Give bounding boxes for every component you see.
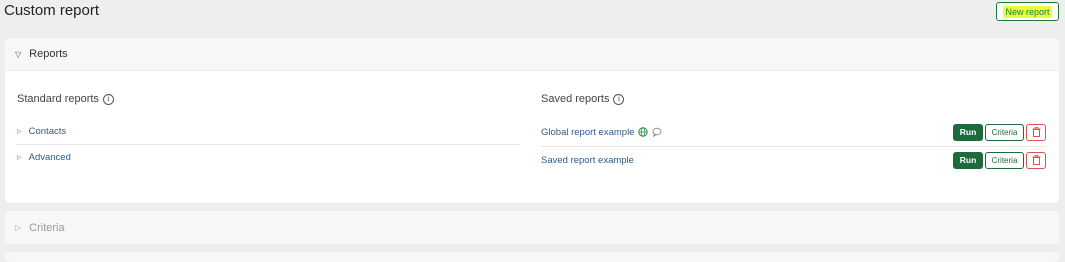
delete-button[interactable]	[1026, 151, 1046, 169]
trash-icon	[1032, 155, 1040, 165]
delete-button[interactable]	[1026, 123, 1046, 141]
criteria-panel-title: Criteria	[29, 221, 65, 234]
info-icon[interactable]: i	[102, 93, 114, 105]
criteria-button[interactable]: Criteria	[985, 151, 1024, 169]
standard-report-label: Advanced	[28, 152, 71, 163]
run-button[interactable]: Run	[953, 123, 983, 141]
expand-triangle-icon: ▷	[17, 129, 22, 135]
criteria-panel: ▷ Criteria	[5, 211, 1059, 244]
saved-report-row: Saved report example Run Criteria	[541, 146, 1046, 174]
info-icon[interactable]: i	[613, 93, 625, 105]
standard-report-label: Contacts	[28, 126, 67, 137]
comment-icon	[653, 127, 662, 137]
standard-reports-title: Standard reports	[17, 93, 99, 105]
standard-reports-heading: Standard reports i	[17, 93, 114, 105]
reports-panel-title: Reports	[29, 48, 68, 60]
saved-report-name[interactable]: Saved report example	[541, 155, 953, 166]
reports-panel: ▽ Reports Standard reports i ▷ Contacts …	[5, 38, 1059, 203]
criteria-panel-header[interactable]: ▷ Criteria	[5, 211, 1059, 244]
collapse-triangle-icon: ▽	[15, 49, 22, 59]
page-title: Custom report	[4, 2, 100, 19]
saved-report-label: Global report example	[541, 126, 635, 138]
saved-reports-heading: Saved reports i	[541, 93, 625, 105]
saved-report-label: Saved report example	[541, 154, 634, 166]
run-button[interactable]: Run	[953, 151, 983, 169]
new-report-button[interactable]: New report	[996, 2, 1059, 21]
saved-report-row: Global report example Run Criteria	[541, 118, 1046, 147]
standard-report-contacts[interactable]: ▷ Contacts	[17, 119, 520, 145]
next-panel	[5, 252, 1059, 262]
globe-icon	[638, 127, 649, 137]
new-report-label: New report	[1003, 5, 1052, 18]
standard-report-advanced[interactable]: ▷ Advanced	[17, 145, 520, 170]
expand-triangle-icon: ▷	[15, 223, 22, 232]
saved-reports-title: Saved reports	[541, 93, 610, 105]
saved-report-name[interactable]: Global report example	[541, 127, 953, 138]
trash-icon	[1032, 127, 1040, 137]
criteria-button[interactable]: Criteria	[985, 123, 1024, 141]
expand-triangle-icon: ▷	[17, 155, 22, 161]
reports-panel-header[interactable]: ▽ Reports	[5, 38, 1059, 71]
